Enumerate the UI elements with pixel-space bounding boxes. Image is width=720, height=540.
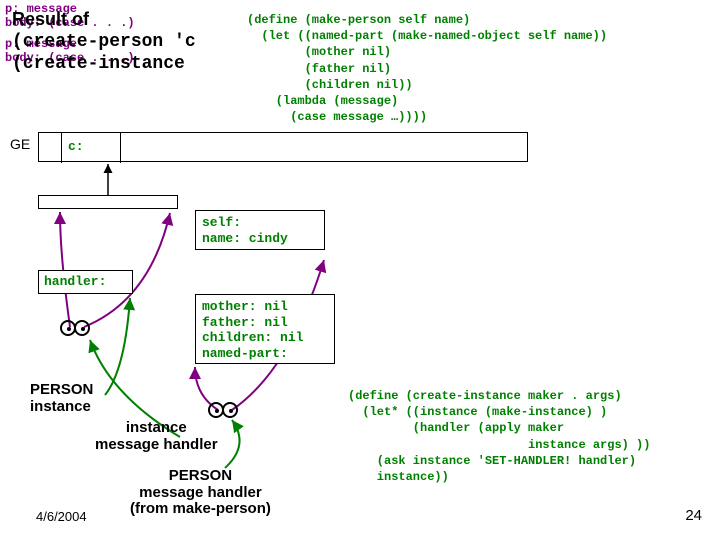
footer-date: 4/6/2004 (36, 509, 87, 524)
instance-frame-stub (38, 195, 178, 209)
create-instance-code: (define (create-instance maker . args) (… (348, 388, 650, 485)
slide-title: Result of (create-person 'c (create-inst… (12, 8, 196, 76)
footer-page-number: 24 (685, 507, 702, 524)
closure-cell-icon (60, 320, 94, 338)
title-line-2: (create-person 'c (12, 31, 196, 54)
self-name-frame: self: name: cindy (195, 210, 325, 250)
ge-frame: c: (38, 132, 528, 162)
ge-cell-c: c: (61, 133, 121, 163)
title-line-3: (create-instance (12, 53, 196, 76)
ge-label: GE (10, 136, 30, 152)
handler-frame: handler: (38, 270, 133, 294)
person-instance-label: PERSON instance (30, 382, 93, 415)
closure-cell-icon (208, 402, 242, 420)
person-locals-frame: mother: nil father: nil children: nil na… (195, 294, 335, 364)
instance-message-handler-label: instance message handler (95, 420, 218, 453)
person-message-handler-label: PERSON message handler (from make-person… (130, 468, 271, 518)
make-person-code: (define (make-person self name) (let ((n… (247, 12, 607, 125)
title-line-1: Result of (12, 8, 196, 31)
